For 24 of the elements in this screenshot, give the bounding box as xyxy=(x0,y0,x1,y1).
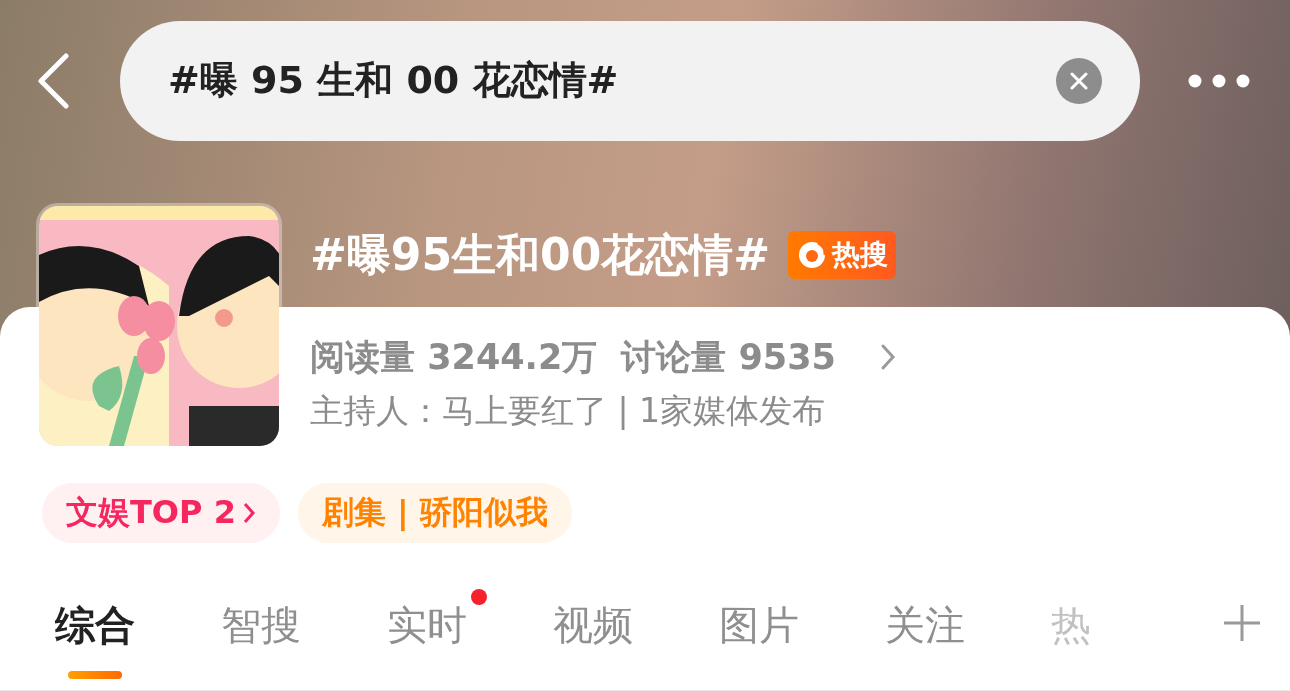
stat-text: 讨论量 9535 xyxy=(621,335,836,379)
category-tag[interactable]: 剧集 | 骄阳似我 xyxy=(297,483,572,543)
plus-icon xyxy=(1222,603,1262,643)
tab[interactable]: 智搜 xyxy=(221,595,301,655)
stat-text: 阅读量 3244.2万 xyxy=(310,335,598,379)
back-icon xyxy=(36,52,70,109)
tab[interactable]: 综合 xyxy=(55,595,135,655)
chevron-right-icon[interactable] xyxy=(879,343,896,371)
tab[interactable]: 关注 xyxy=(885,595,965,655)
search-field[interactable]: #曝 95 生和 00 花恋情# xyxy=(120,20,1140,141)
tab[interactable]: 视频 xyxy=(553,595,633,655)
tab-underline xyxy=(68,671,122,679)
host-text: 主持人：马上要红了 | 1家媒体发布 xyxy=(310,390,827,432)
more-icon xyxy=(1188,73,1250,88)
clear-button[interactable] xyxy=(1056,57,1102,104)
chevron-right-icon xyxy=(241,501,256,525)
hot-badge: 热搜 xyxy=(788,231,897,279)
tab[interactable]: 实时 xyxy=(387,595,467,655)
rank-tag[interactable]: 文娱TOP 2 xyxy=(42,483,280,543)
tab[interactable]: 图片 xyxy=(719,595,799,655)
add-tab-button[interactable] xyxy=(1222,603,1262,643)
tab[interactable]: 热 xyxy=(1051,595,1091,655)
close-icon xyxy=(1070,71,1088,90)
topic-title: #曝95生和00花恋情# xyxy=(310,227,771,282)
